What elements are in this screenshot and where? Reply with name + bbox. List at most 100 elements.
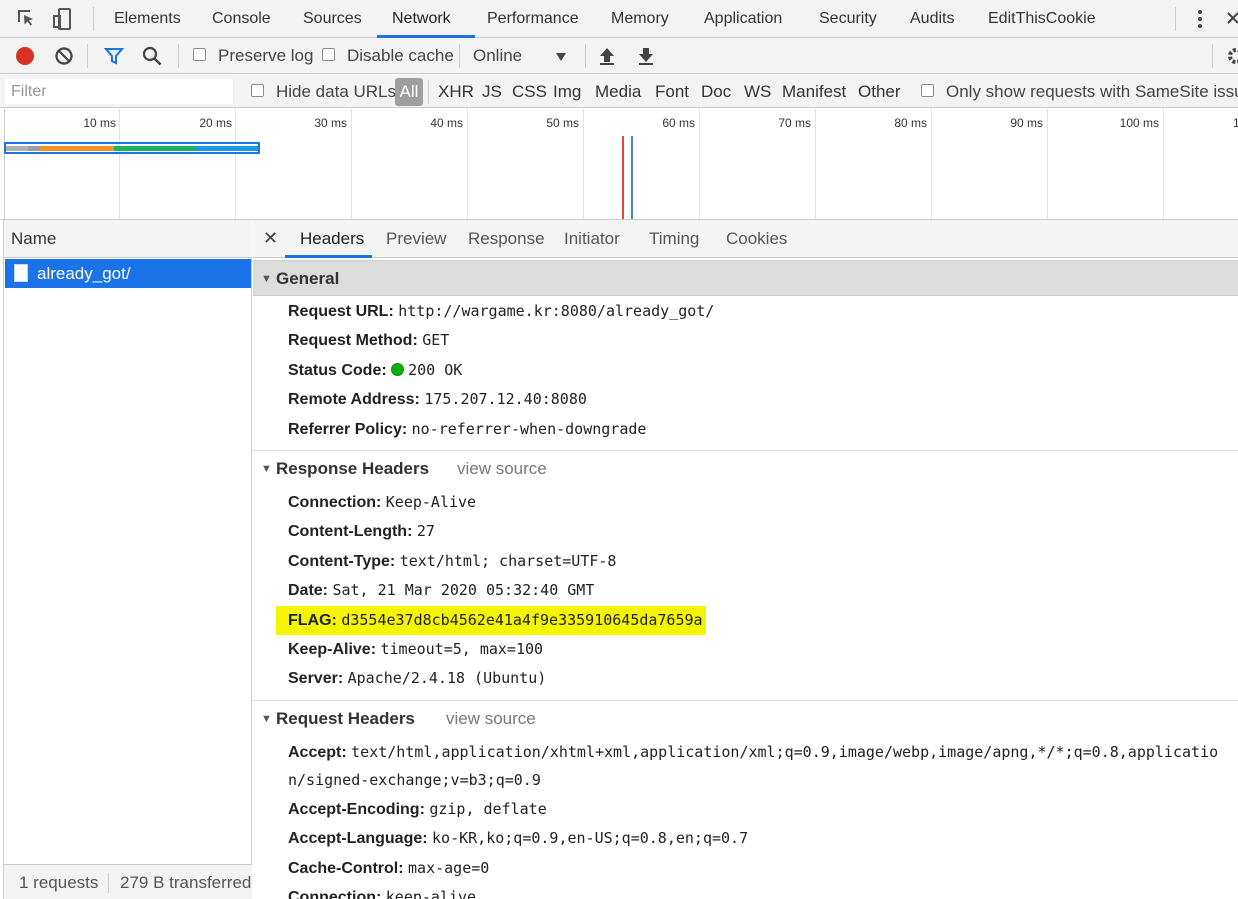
toolbar-divider <box>459 44 460 68</box>
toolbar-divider <box>585 44 586 68</box>
samesite-checkbox[interactable] <box>921 84 934 97</box>
header-row: Content-Type: text/html; charset=UTF-8 <box>288 552 617 570</box>
filter-type-font[interactable]: Font <box>655 82 689 102</box>
header-row: Request URL: http://wargame.kr:8080/alre… <box>288 302 715 320</box>
close-devtools-icon[interactable] <box>1222 6 1238 32</box>
filter-type-ws[interactable]: WS <box>744 82 771 102</box>
transferred-size: 279 B transferred <box>120 873 252 892</box>
header-row: Request Method: GET <box>288 331 450 349</box>
tab-console[interactable]: Console <box>212 0 271 38</box>
inspect-element-icon[interactable] <box>14 6 40 32</box>
section-title: Response Headers <box>276 459 430 478</box>
tab-network[interactable]: Network <box>392 0 451 38</box>
toolbar-divider <box>93 7 94 31</box>
toolbar-divider <box>178 44 179 68</box>
header-row: Referrer Policy: no-referrer-when-downgr… <box>288 420 647 438</box>
timeline-tick-label: 50 ms <box>546 116 579 130</box>
device-toolbar-icon[interactable] <box>50 6 76 32</box>
tab-response[interactable]: Response <box>468 220 545 258</box>
tab-security[interactable]: Security <box>819 0 877 38</box>
tab-sources[interactable]: Sources <box>303 0 362 38</box>
filter-type-doc[interactable]: Doc <box>701 82 731 102</box>
filter-type-other[interactable]: Other <box>858 82 901 102</box>
record-button[interactable] <box>15 46 35 71</box>
request-row[interactable]: already_got/ <box>5 259 251 288</box>
header-row: Accept: text/html,application/xhtml+xml,… <box>288 743 1219 761</box>
timeline-gridline <box>583 109 584 219</box>
hide-data-urls-checkbox[interactable] <box>251 84 264 97</box>
filter-type-xhr[interactable]: XHR <box>438 82 474 102</box>
header-row: Status Code: 200 OK <box>288 361 463 379</box>
filter-type-manifest[interactable]: Manifest <box>782 82 846 102</box>
preserve-log-checkbox[interactable] <box>193 48 206 61</box>
disable-cache-checkbox[interactable] <box>322 48 335 61</box>
timeline-gridline <box>467 109 468 219</box>
header-row: Connection: Keep-Alive <box>288 493 477 511</box>
section-title: General <box>276 269 340 288</box>
timeline-tick-label: 40 ms <box>430 116 463 130</box>
tab-memory[interactable]: Memory <box>611 0 669 38</box>
dom-content-loaded-marker <box>622 136 624 219</box>
timeline-overview: 10 ms 20 ms 30 ms 40 ms 50 ms 60 ms 70 m… <box>0 109 1238 220</box>
toolbar-divider <box>428 80 429 104</box>
timeline-tick-label: 20 ms <box>199 116 232 130</box>
search-icon[interactable] <box>142 46 162 71</box>
filter-type-media[interactable]: Media <box>595 82 641 102</box>
header-row: Content-Length: 27 <box>288 522 435 540</box>
tab-editthiscookie[interactable]: EditThisCookie <box>988 0 1096 38</box>
filter-type-img[interactable]: Img <box>553 82 581 102</box>
timeline-gridline <box>1163 109 1164 219</box>
header-row: Keep-Alive: timeout=5, max=100 <box>288 640 544 658</box>
tab-initiator[interactable]: Initiator <box>564 220 620 258</box>
tab-elements[interactable]: Elements <box>114 0 181 38</box>
filter-type-js[interactable]: JS <box>482 82 502 102</box>
request-headers-section-header[interactable]: ▼ Request Headers view source <box>253 701 1238 737</box>
view-source-link[interactable]: view source <box>446 701 536 737</box>
toolbar-divider <box>1175 7 1176 31</box>
requests-pane: Name already_got/ 1 requests 279 B trans… <box>3 220 252 899</box>
export-har-icon[interactable] <box>637 46 655 71</box>
response-headers-section-header[interactable]: ▼ Response Headers view source <box>253 451 1238 487</box>
timeline-tick-label: 100 ms <box>1119 116 1159 130</box>
tab-audits[interactable]: Audits <box>910 0 954 38</box>
filter-icon[interactable] <box>103 46 125 71</box>
hide-data-urls-label: Hide data URLs <box>276 82 397 101</box>
request-detail-pane: ✕ Headers Preview Response Initiator Tim… <box>253 220 1238 899</box>
timeline-gridline <box>815 109 816 219</box>
waterfall-bar[interactable] <box>4 142 260 154</box>
tab-timing[interactable]: Timing <box>649 220 699 258</box>
general-section-header[interactable]: ▼ General <box>253 260 1238 296</box>
tab-headers[interactable]: Headers <box>300 220 364 258</box>
header-row: Accept-Encoding: gzip, deflate <box>288 800 547 818</box>
load-event-marker <box>631 136 633 219</box>
throttle-select[interactable]: Online <box>473 46 522 66</box>
import-har-icon[interactable] <box>598 46 616 71</box>
tab-preview[interactable]: Preview <box>386 220 446 258</box>
filter-type-all[interactable]: All <box>395 78 423 106</box>
tab-cookies[interactable]: Cookies <box>726 220 787 258</box>
tab-application[interactable]: Application <box>704 0 782 38</box>
view-source-link[interactable]: view source <box>457 451 547 487</box>
timeline-tick-label: 10 ms <box>83 116 116 130</box>
more-options-icon[interactable] <box>1188 6 1214 32</box>
timeline-tick-label: 70 ms <box>778 116 811 130</box>
filter-type-css[interactable]: CSS <box>512 82 547 102</box>
network-toolbar: Preserve log Disable cache Online <box>0 38 1238 74</box>
detail-tab-bar: ✕ Headers Preview Response Initiator Tim… <box>253 220 1238 258</box>
timeline-tick-label: 90 ms <box>1010 116 1043 130</box>
chevron-down-icon[interactable] <box>555 49 567 67</box>
tab-performance[interactable]: Performance <box>487 0 579 38</box>
clear-icon[interactable] <box>54 46 74 71</box>
header-row: Cache-Control: max-age=0 <box>288 859 490 877</box>
filter-bar: Hide data URLs XHR JS CSS Img Media Font… <box>0 75 1238 108</box>
header-row: Accept-Language: ko-KR,ko;q=0.9,en-US;q=… <box>288 829 749 847</box>
document-icon <box>14 264 28 282</box>
network-status-bar: 1 requests 279 B transferred <box>4 864 252 899</box>
request-name: already_got/ <box>37 264 131 283</box>
chevron-down-icon: ▼ <box>261 713 272 725</box>
gear-icon[interactable] <box>1226 46 1238 71</box>
name-column-header[interactable]: Name <box>4 220 252 258</box>
timeline-tick-label: 30 ms <box>314 116 347 130</box>
close-icon[interactable]: ✕ <box>263 220 278 258</box>
filter-input[interactable] <box>5 79 233 104</box>
